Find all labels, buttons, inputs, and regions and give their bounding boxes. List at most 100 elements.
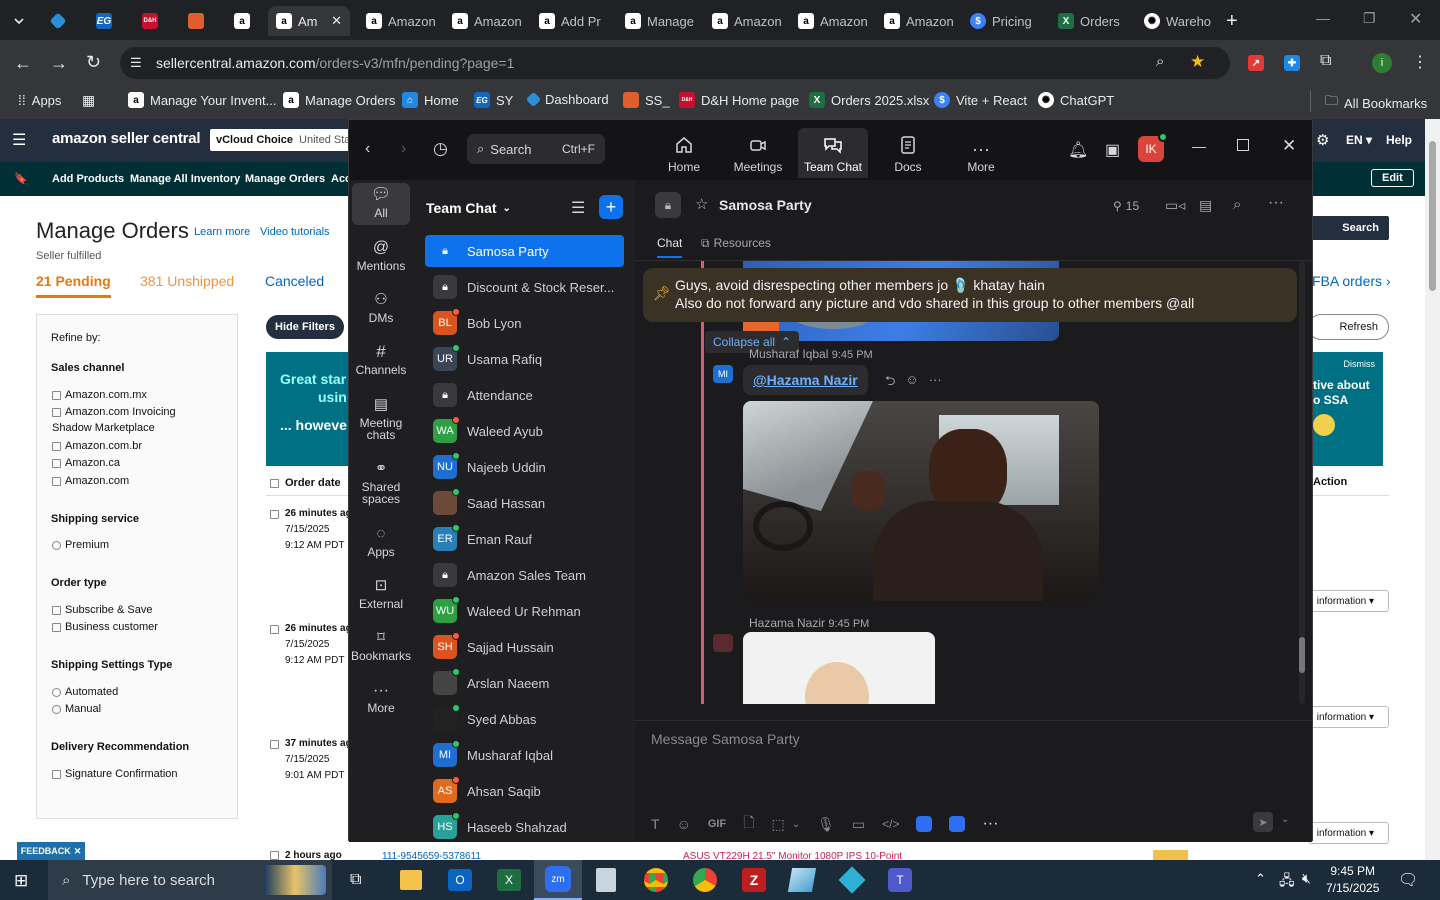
back-button[interactable]: ‹ bbox=[365, 140, 370, 158]
close-button[interactable]: ✕ bbox=[1282, 136, 1296, 156]
chat-list-item[interactable]: WU Waleed Ur Rehman bbox=[425, 595, 624, 627]
file-explorer-icon[interactable] bbox=[400, 870, 422, 890]
chat-list-item[interactable]: SH Sajjad Hussain bbox=[425, 631, 624, 663]
site-info-icon[interactable]: ☰ bbox=[130, 55, 142, 71]
rail-meeting-chats[interactable]: ▤ Meeting chats bbox=[352, 397, 410, 441]
filter-amazon-br[interactable]: Amazon.com.br bbox=[52, 440, 142, 452]
text-format-icon[interactable]: T bbox=[651, 816, 660, 832]
chat-list-item[interactable]: 🔒︎ Samosa Party bbox=[425, 235, 624, 267]
more-dots-icon[interactable]: ··· bbox=[929, 372, 942, 394]
members-count[interactable]: ⚲ 15 bbox=[1113, 199, 1139, 213]
minimize-window-button[interactable]: — bbox=[1316, 10, 1330, 26]
tab-amazon-6[interactable]: a Amazon bbox=[876, 6, 958, 36]
gif-image[interactable] bbox=[743, 401, 1099, 601]
windows-start-icon[interactable]: ⊞ bbox=[14, 871, 28, 891]
bookmark-sy[interactable]: EG SY bbox=[474, 92, 513, 108]
help-link[interactable]: Help bbox=[1386, 133, 1412, 147]
tab-amazon-active[interactable]: a Am ✕ bbox=[268, 6, 350, 36]
tab-unshipped[interactable]: 381 Unshipped bbox=[140, 273, 234, 289]
profile-avatar[interactable]: IK bbox=[1138, 132, 1168, 162]
avatar[interactable] bbox=[713, 634, 733, 652]
taskbar-search[interactable]: ⌕ Type here to search bbox=[48, 860, 332, 900]
bookmark-dh[interactable]: D&H D&H Home page bbox=[679, 92, 799, 108]
rail-bookmarks[interactable]: ⌑ Bookmarks bbox=[351, 630, 411, 662]
forward-button[interactable]: › bbox=[401, 140, 406, 158]
reload-button[interactable]: ↻ bbox=[86, 52, 101, 73]
bookmark-star-icon[interactable]: ★ bbox=[1190, 52, 1205, 72]
minimize-button[interactable]: — bbox=[1192, 138, 1206, 154]
rail-channels[interactable]: # Channels bbox=[352, 343, 410, 376]
tab-amazon-3[interactable]: a Amazon bbox=[444, 6, 526, 36]
nav-add-products[interactable]: Add Products bbox=[52, 173, 124, 185]
more-info-dropdown[interactable]: information ▾ bbox=[1308, 706, 1389, 728]
new-tab-button[interactable]: + bbox=[1226, 10, 1238, 33]
close-window-button[interactable]: ✕ bbox=[1409, 9, 1422, 29]
bookmark-chatgpt[interactable]: ✺ ChatGPT bbox=[1038, 92, 1114, 108]
sender-name[interactable]: Hazama Nazir bbox=[749, 616, 825, 630]
address-bar[interactable]: ☰ sellercentral.amazon.com/orders-v3/mfn… bbox=[120, 47, 1230, 79]
rail-all[interactable]: 💬︎ All bbox=[352, 183, 410, 225]
shared-image[interactable] bbox=[743, 632, 935, 704]
chat-list-item[interactable]: 🔒︎ Amazon Sales Team bbox=[425, 559, 624, 591]
hamburger-menu-icon[interactable]: ☰ bbox=[12, 130, 26, 150]
video-clip-icon[interactable]: ▭ bbox=[852, 816, 865, 833]
nav-manage-inventory[interactable]: Manage All Inventory bbox=[130, 173, 240, 185]
tab-amazon-2[interactable]: a Amazon bbox=[358, 6, 440, 36]
chat-list-item[interactable]: Syed Abbas bbox=[425, 703, 624, 735]
tab-manage[interactable]: a Manage bbox=[617, 6, 699, 36]
bookmark-icon[interactable]: 🔖 bbox=[14, 172, 28, 185]
chat-list-item[interactable]: Saad Hassan bbox=[425, 487, 624, 519]
filter-subscribe-save[interactable]: Subscribe & Save bbox=[52, 604, 152, 616]
message-composer-input[interactable]: Message Samosa Party bbox=[651, 731, 800, 747]
chat-list-item[interactable]: NU Najeeb Uddin bbox=[425, 451, 624, 483]
order-date-header[interactable]: Order date bbox=[270, 477, 341, 489]
amazon-logo[interactable]: amazon seller central bbox=[52, 130, 201, 147]
tab-amazon-1[interactable]: a bbox=[226, 6, 266, 36]
tab-canceled[interactable]: Canceled bbox=[265, 273, 324, 289]
zoom-app-icon[interactable] bbox=[916, 816, 933, 832]
more-dots-icon[interactable]: ··· bbox=[1268, 194, 1284, 212]
tab-add-product[interactable]: a Add Pr bbox=[531, 6, 613, 36]
rail-apps[interactable]: ◌ Apps bbox=[352, 526, 410, 558]
tab-amazon-5[interactable]: a Amazon bbox=[790, 6, 872, 36]
mic-icon[interactable]: 🎙︎ bbox=[817, 816, 835, 833]
all-bookmarks[interactable]: 🗀 All Bookmarks bbox=[1325, 92, 1427, 114]
chat-list-item[interactable]: UR Usama Rafiq bbox=[425, 343, 624, 375]
nav-docs[interactable]: Docs bbox=[873, 128, 943, 178]
account-switcher[interactable]: vCloud Choice United Sta bbox=[210, 129, 350, 151]
team-chat-title[interactable]: Team Chat ⌄ bbox=[426, 200, 511, 216]
restore-window-button[interactable]: ❐ bbox=[1363, 10, 1376, 27]
page-scrollbar[interactable] bbox=[1425, 119, 1440, 860]
feedback-button[interactable]: FEEDBACK ✕ bbox=[17, 842, 85, 860]
learn-more-link[interactable]: Learn more bbox=[194, 226, 250, 238]
edit-nav-button[interactable]: Edit bbox=[1371, 169, 1414, 187]
mention-link[interactable]: @Hazama Nazir bbox=[743, 365, 868, 395]
filter-signature[interactable]: Signature Confirmation bbox=[52, 768, 178, 780]
scrollbar-thumb[interactable] bbox=[1429, 141, 1436, 291]
language-selector[interactable]: EN ▾ bbox=[1346, 133, 1372, 147]
bookmark-grid[interactable]: ▦ bbox=[82, 92, 95, 109]
code-icon[interactable]: </> bbox=[882, 817, 899, 831]
reply-icon[interactable]: ⮌ bbox=[885, 372, 895, 394]
nav-home[interactable]: Home bbox=[649, 128, 719, 178]
chat-list-item[interactable]: 🔒︎ Discount & Stock Reser... bbox=[425, 271, 624, 303]
filter-icon[interactable]: ☰ bbox=[571, 198, 585, 218]
zoom-lens-icon[interactable]: ⌕ bbox=[1156, 53, 1164, 70]
tab-orders[interactable]: X Orders bbox=[1050, 6, 1136, 36]
screenshot-icon[interactable]: ⬚ bbox=[771, 816, 784, 833]
more-dots-icon[interactable]: ··· bbox=[982, 815, 998, 833]
row-checkbox[interactable] bbox=[270, 624, 279, 634]
promo-banner-right[interactable]: Dismiss tive about o SSA bbox=[1313, 352, 1383, 466]
chat-scrollbar[interactable] bbox=[1299, 261, 1305, 704]
filter-amazon-ca[interactable]: Amazon.ca bbox=[52, 457, 120, 469]
filter-business-customer[interactable]: Business customer bbox=[52, 621, 158, 633]
app-icon[interactable] bbox=[787, 868, 817, 892]
bookmark-ss[interactable]: SS_ bbox=[623, 92, 670, 108]
history-icon[interactable]: ◷ bbox=[433, 139, 448, 159]
back-button[interactable]: ← bbox=[14, 53, 32, 74]
emoji-icon[interactable]: ☺ bbox=[677, 816, 691, 832]
more-info-dropdown[interactable]: information ▾ bbox=[1308, 822, 1389, 844]
bookmark-dashboard[interactable]: Dashboard bbox=[525, 91, 609, 108]
rail-mentions[interactable]: @ Mentions bbox=[352, 240, 410, 273]
star-icon[interactable]: ☆ bbox=[695, 195, 708, 213]
